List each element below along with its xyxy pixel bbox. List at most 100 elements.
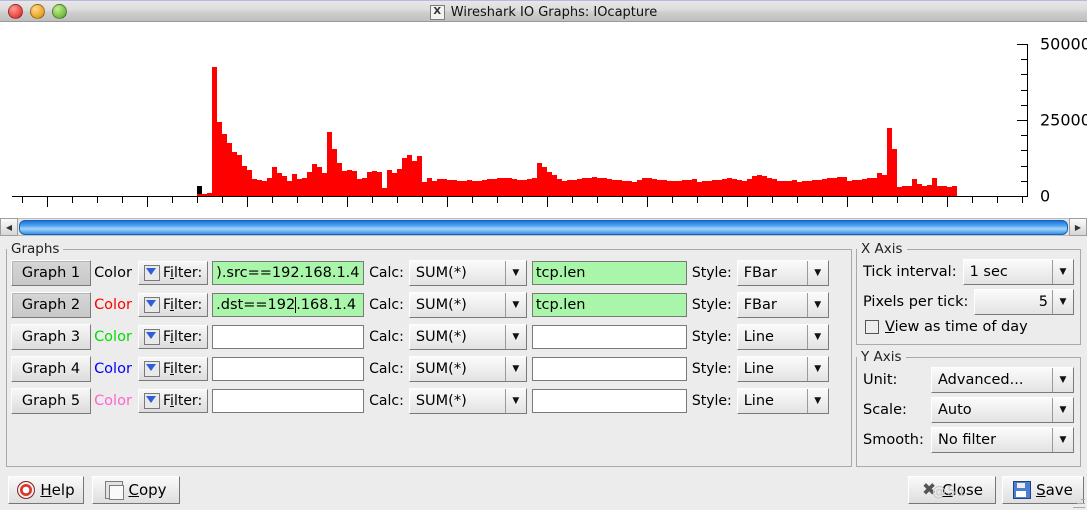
filter-button-5[interactable]: Filter: — [138, 389, 208, 413]
chevron-down-icon[interactable]: ▼ — [807, 293, 828, 317]
title-bar[interactable]: X Wireshark IO Graphs: IOcapture — [0, 0, 1087, 22]
scroll-right-arrow-icon[interactable]: ▶ — [1069, 218, 1087, 236]
view-as-time-of-day-row[interactable]: View as time of day — [857, 317, 1080, 337]
minimize-window-button[interactable] — [30, 4, 45, 19]
y-axis-tick-label: 0 — [1040, 187, 1050, 206]
field-input-5[interactable] — [532, 389, 687, 413]
graph-color-label-5[interactable]: Color — [91, 393, 135, 409]
graph-toggle-button-4[interactable]: Graph 4 — [11, 356, 91, 382]
x-axis-tick — [272, 197, 273, 203]
copy-icon — [105, 481, 123, 499]
filter-button-4[interactable]: Filter: — [138, 357, 208, 381]
chevron-down-icon[interactable]: ▼ — [807, 261, 828, 285]
x-axis-tick — [872, 197, 873, 203]
style-label-4: Style: — [687, 361, 737, 377]
chevron-down-icon[interactable]: ▼ — [505, 357, 526, 381]
field-input-1[interactable]: tcp.len — [532, 261, 687, 285]
funnel-icon — [144, 393, 160, 409]
chevron-down-icon[interactable]: ▼ — [1052, 428, 1073, 452]
smooth-select[interactable]: No filter ▼ — [931, 427, 1074, 453]
x-axis-tick — [297, 197, 298, 203]
graph-toggle-button-2[interactable]: Graph 2 — [11, 292, 91, 318]
tick-interval-label: Tick interval: — [863, 264, 957, 280]
y-axis-tick — [1017, 196, 1027, 197]
scrollbar-thumb[interactable] — [19, 220, 1068, 235]
filter-input-4[interactable] — [212, 357, 364, 381]
y-axis-tick — [1017, 44, 1027, 45]
x-axis-tick — [572, 197, 573, 203]
scale-value: Auto — [938, 402, 972, 418]
filter-input-1[interactable]: ).src==192.168.1.4 — [212, 261, 364, 285]
x-axis-tick — [672, 197, 673, 203]
x-axis-tick — [597, 197, 598, 203]
chevron-down-icon[interactable]: ▼ — [505, 293, 526, 317]
save-button[interactable]: Save — [1002, 476, 1084, 504]
graphs-panel-legend: Graphs — [7, 241, 63, 257]
filter-button-3[interactable]: Filter: — [138, 325, 208, 349]
field-input-4[interactable] — [532, 357, 687, 381]
graphs-panel: Graphs Graph 1ColorFilter:).src==192.168… — [6, 241, 852, 467]
chevron-down-icon[interactable]: ▼ — [1052, 368, 1073, 392]
x-axis-tick — [897, 197, 898, 203]
filter-button-label: Filter: — [163, 297, 202, 313]
filter-button-1[interactable]: Filter: — [138, 261, 208, 285]
graph-toggle-button-3[interactable]: Graph 3 — [11, 324, 91, 350]
plot-canvas[interactable] — [12, 44, 1027, 196]
y-axis-tick-label: 25000 — [1040, 111, 1087, 130]
chevron-down-icon[interactable]: ▼ — [1052, 260, 1073, 284]
unit-label: Unit: — [863, 372, 925, 388]
io-graph-plot-area[interactable]: 0s20s40s60s80s100s120s140s160s180s 02500… — [0, 22, 1087, 218]
horizontal-scrollbar[interactable]: ◀ ▶ — [0, 218, 1087, 236]
graph-color-label-2[interactable]: Color — [91, 297, 135, 313]
chevron-down-icon[interactable]: ▼ — [807, 389, 828, 413]
help-button[interactable]: Help — [8, 476, 84, 504]
filter-input-2[interactable]: .dst==192.168.1.4 — [212, 293, 364, 317]
style-select-4[interactable]: Line▼ — [737, 356, 829, 382]
graph-rows-container: Graph 1ColorFilter:).src==192.168.1.4Cal… — [7, 257, 851, 417]
y-axis-panel-legend: Y Axis — [857, 349, 906, 365]
pixels-per-tick-select[interactable]: 5 ▼ — [974, 289, 1074, 315]
filter-button-2[interactable]: Filter: — [138, 293, 208, 317]
calc-select-4[interactable]: SUM(*)▼ — [409, 356, 527, 382]
x-axis-tick — [972, 197, 973, 203]
close-window-button[interactable] — [8, 4, 23, 19]
scroll-left-arrow-icon[interactable]: ◀ — [0, 218, 18, 236]
chevron-down-icon[interactable]: ▼ — [505, 325, 526, 349]
graph-toggle-button-5[interactable]: Graph 5 — [11, 388, 91, 414]
calc-select-2[interactable]: SUM(*)▼ — [409, 292, 527, 318]
y-axis-tick — [1021, 135, 1027, 136]
field-input-3[interactable] — [532, 325, 687, 349]
chevron-down-icon[interactable]: ▼ — [1052, 398, 1073, 422]
field-input-2[interactable]: tcp.len — [532, 293, 687, 317]
graph-color-label-4[interactable]: Color — [91, 361, 135, 377]
graph-toggle-button-1[interactable]: Graph 1 — [11, 260, 91, 286]
style-select-3[interactable]: Line▼ — [737, 324, 829, 350]
style-select-5[interactable]: Line▼ — [737, 388, 829, 414]
x-axis-tick — [122, 197, 123, 203]
style-select-1[interactable]: FBar▼ — [737, 260, 829, 286]
chevron-down-icon[interactable]: ▼ — [1052, 290, 1073, 314]
view-as-time-of-day-checkbox[interactable] — [865, 320, 879, 334]
calc-select-1[interactable]: SUM(*)▼ — [409, 260, 527, 286]
x-axis-tick — [847, 197, 848, 207]
maximize-window-button[interactable] — [52, 4, 67, 19]
calc-select-5[interactable]: SUM(*)▼ — [409, 388, 527, 414]
x-axis-panel: X Axis Tick interval: 1 sec ▼ Pixels per… — [856, 241, 1081, 345]
graph-color-label-1[interactable]: Color — [91, 265, 135, 281]
graph-color-label-3[interactable]: Color — [91, 329, 135, 345]
chevron-down-icon[interactable]: ▼ — [807, 357, 828, 381]
filter-input-3[interactable] — [212, 325, 364, 349]
chevron-down-icon[interactable]: ▼ — [505, 389, 526, 413]
chevron-down-icon[interactable]: ▼ — [807, 325, 828, 349]
style-select-2[interactable]: FBar▼ — [737, 292, 829, 318]
window-title: Wireshark IO Graphs: IOcapture — [451, 5, 657, 20]
copy-button[interactable]: Copy — [92, 476, 180, 504]
filter-input-5[interactable] — [212, 389, 364, 413]
calc-select-3[interactable]: SUM(*)▼ — [409, 324, 527, 350]
scale-select[interactable]: Auto ▼ — [931, 397, 1074, 423]
unit-select[interactable]: Advanced... ▼ — [931, 367, 1074, 393]
resize-grip[interactable] — [1073, 496, 1085, 508]
tick-interval-select[interactable]: 1 sec ▼ — [963, 259, 1074, 285]
chevron-down-icon[interactable]: ▼ — [505, 261, 526, 285]
x-axis-tick — [472, 197, 473, 203]
